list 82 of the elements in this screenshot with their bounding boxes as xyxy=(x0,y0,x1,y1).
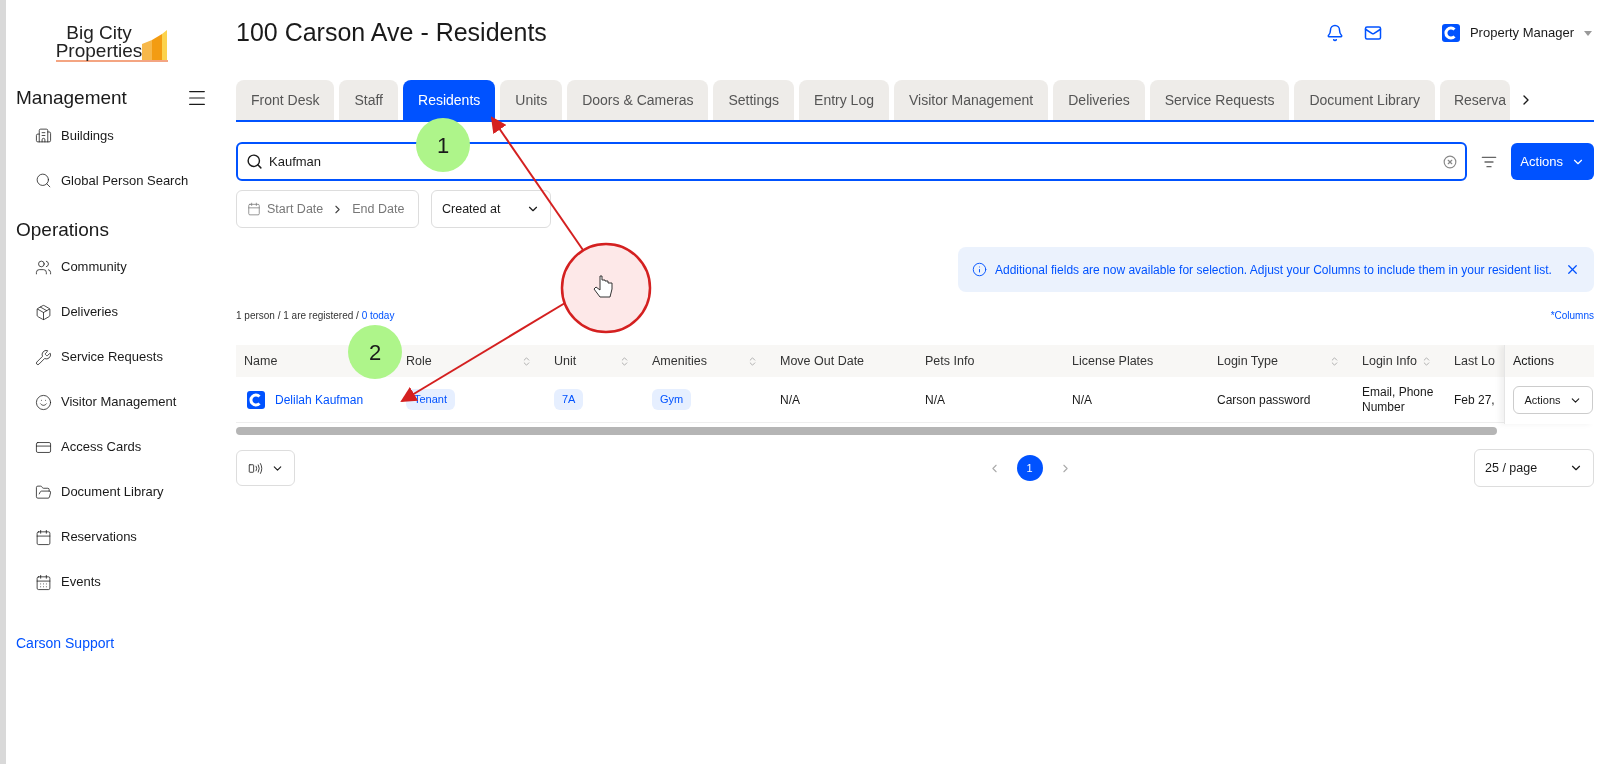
table-cell-text: Feb 27, xyxy=(1454,391,1495,409)
c-logo-icon xyxy=(1441,24,1460,42)
actions-button[interactable]: Actions xyxy=(1511,143,1594,180)
tab[interactable]: Visitor Management xyxy=(894,80,1049,120)
column-header: Unit xyxy=(554,352,577,370)
folder-icon xyxy=(35,483,52,501)
table-cell-text: Carson password xyxy=(1217,391,1311,409)
column-header: Name xyxy=(244,352,278,370)
step-marker: 1 xyxy=(416,118,470,172)
close-icon[interactable] xyxy=(1565,262,1580,277)
device-icon xyxy=(247,460,263,476)
section-title: Management xyxy=(16,86,127,110)
resident-name-link[interactable]: Delilah Kaufman xyxy=(275,390,364,409)
tag: 7A xyxy=(554,389,584,410)
columns-link[interactable]: *Columns xyxy=(1550,308,1594,323)
export-button[interactable] xyxy=(236,450,295,486)
user-menu[interactable]: Property Manager xyxy=(1441,23,1592,43)
search-icon xyxy=(35,172,52,189)
date-range-field[interactable]: Start Date End Date xyxy=(236,190,419,228)
column-header: Amenities xyxy=(652,352,707,370)
support-link[interactable]: Carson Support xyxy=(16,633,208,654)
sidebar-item[interactable]: Community xyxy=(35,256,208,278)
page-size-select[interactable]: 25 / page xyxy=(1474,449,1594,487)
calendar-icon xyxy=(35,528,52,546)
section-title: Operations xyxy=(16,217,109,242)
column-header: Role xyxy=(406,352,432,370)
column-header: Login Type xyxy=(1217,352,1278,370)
wrench-icon xyxy=(35,348,52,366)
info-icon xyxy=(972,262,987,277)
sidebar-item[interactable]: Buildings xyxy=(35,124,208,147)
scrollbar[interactable] xyxy=(236,427,1497,435)
table-cell-text: N/A xyxy=(1072,391,1092,409)
page-button[interactable]: 1 xyxy=(1016,455,1043,481)
sidebar-item[interactable]: Visitor Management xyxy=(35,391,208,413)
search-icon xyxy=(246,153,263,170)
box-icon xyxy=(35,303,52,321)
tab[interactable]: Reserva xyxy=(1439,80,1511,120)
column-header: Pets Info xyxy=(925,352,975,370)
bell-icon[interactable] xyxy=(1325,24,1344,42)
today-link[interactable]: 0 today xyxy=(361,310,395,321)
brand-logo: Big City Properties xyxy=(55,24,169,62)
column-header: Last Lo xyxy=(1454,352,1495,370)
tab[interactable]: Front Desk xyxy=(236,80,335,120)
table-cell-text: N/A xyxy=(780,391,800,409)
sidebar-item[interactable]: Deliveries xyxy=(35,301,208,323)
info-banner: Additional fields are now available for selection. Adjust your Columns to include them in your resident list. xyxy=(958,247,1594,292)
column-header: Move Out Date xyxy=(780,352,865,370)
sidebar-item[interactable]: Service Requests xyxy=(35,346,208,368)
tab[interactable]: Settings xyxy=(713,80,795,120)
table-cell-text: Email, Phone Number xyxy=(1362,384,1435,415)
column-header: License Plates xyxy=(1072,352,1154,370)
tab[interactable]: Residents xyxy=(403,80,496,120)
calendar-icon xyxy=(35,573,52,591)
sidebar-item[interactable]: Access Cards xyxy=(35,436,208,458)
sidebar-item[interactable]: Events xyxy=(35,571,208,593)
table-cell-text: N/A xyxy=(925,391,945,409)
tab[interactable]: Entry Log xyxy=(799,80,889,120)
sort-select[interactable]: Created at xyxy=(431,190,551,228)
smiley-icon xyxy=(35,393,52,411)
sidebar-item[interactable]: Global Person Search xyxy=(35,169,208,192)
mail-icon[interactable] xyxy=(1363,24,1382,42)
calendar-icon xyxy=(247,202,261,216)
step-marker: 2 xyxy=(348,325,402,379)
people-icon xyxy=(35,258,52,276)
tab[interactable]: Doors & Cameras xyxy=(567,80,709,120)
clear-icon[interactable] xyxy=(1443,154,1458,169)
tab[interactable]: Staff xyxy=(339,80,398,120)
caret-icon xyxy=(1584,30,1592,36)
tab[interactable]: Service Requests xyxy=(1149,80,1290,120)
sidebar-item[interactable]: Reservations xyxy=(35,526,208,548)
tab[interactable]: Document Library xyxy=(1294,80,1435,120)
tab[interactable]: Deliveries xyxy=(1053,80,1145,120)
c-logo-icon xyxy=(247,390,265,409)
column-header: Login Info xyxy=(1362,352,1417,370)
row-actions-button[interactable]: Actions xyxy=(1513,386,1593,414)
building-icon xyxy=(35,127,52,144)
result-summary: 1 person / 1 are registered / 0 today xyxy=(236,309,395,323)
tab[interactable]: Units xyxy=(500,80,563,120)
sidebar-item[interactable]: Document Library xyxy=(35,481,208,503)
column-header: Actions xyxy=(1513,352,1554,370)
page-title: 100 Carson Ave - Residents xyxy=(236,17,547,49)
tag: Gym xyxy=(652,389,692,410)
